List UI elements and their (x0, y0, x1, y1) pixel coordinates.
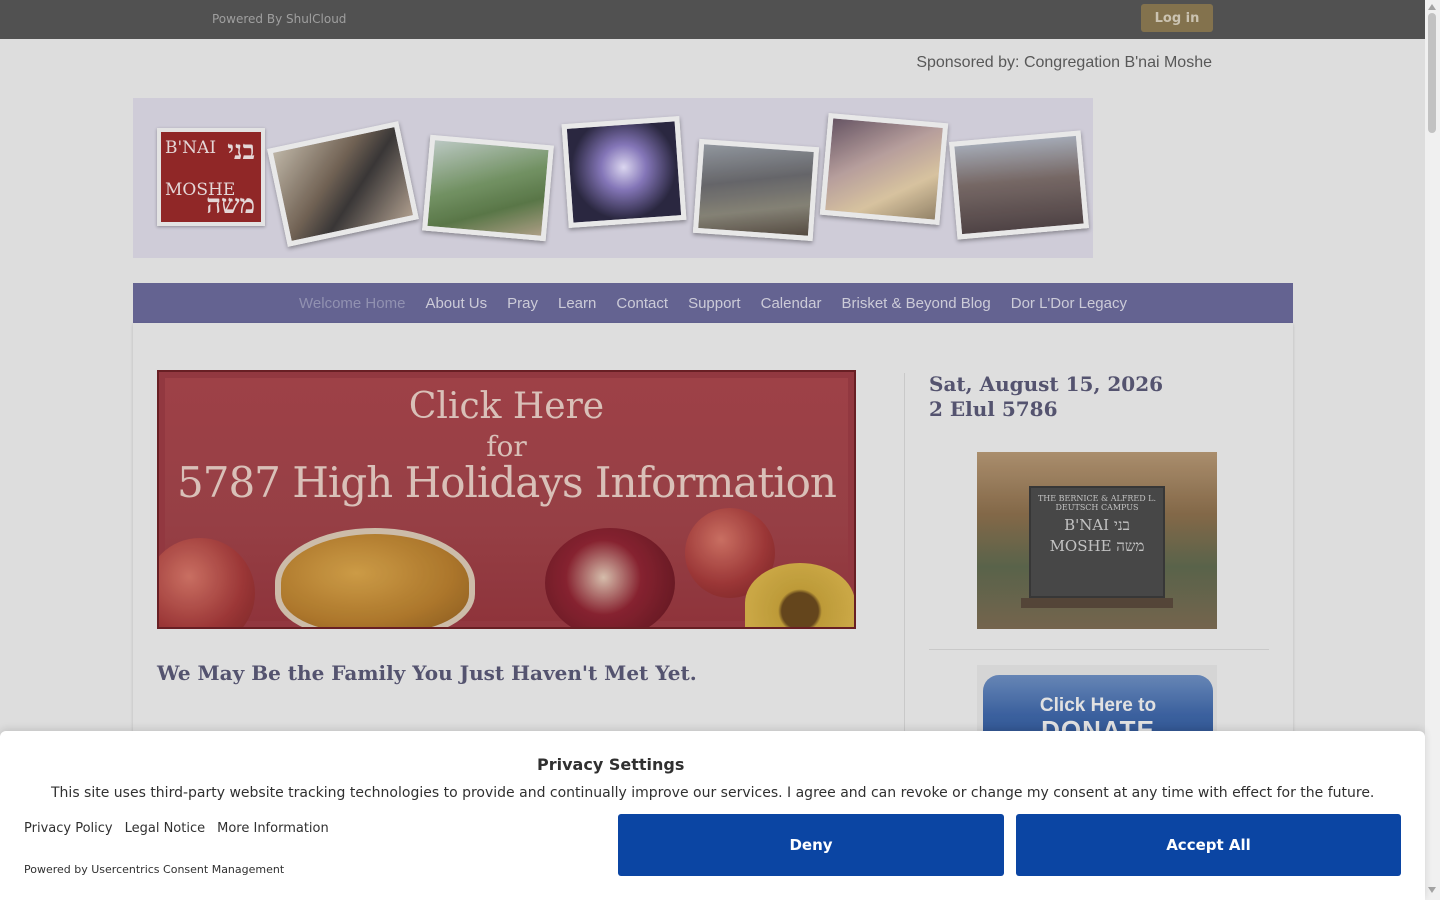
nav-item-learn[interactable]: Learn (548, 295, 606, 312)
nav-item-contact[interactable]: Contact (606, 295, 678, 312)
header-banner[interactable]: B'NAI בני MOSHE משה (133, 98, 1093, 258)
campus-sign-photo[interactable]: THE BERNICE & ALFRED L. DEUTSCH CAMPUS B… (977, 452, 1217, 629)
banner-photo-children (422, 134, 554, 242)
privacy-links: Privacy Policy Legal Notice More Informa… (24, 821, 329, 836)
login-button[interactable]: Log in (1141, 4, 1213, 32)
honey-bowl-image (275, 528, 475, 627)
high-holidays-line3: 5787 High Holidays Information (177, 458, 837, 507)
more-information-link[interactable]: More Information (217, 821, 329, 836)
sidebar-divider-2 (929, 649, 1269, 650)
logo-text-hebrew-moshe: משה (206, 190, 255, 220)
nav-item-about-us[interactable]: About Us (415, 295, 497, 312)
banner-photo-group-women (948, 130, 1090, 240)
campus-sign-line3: MOSHE משה (1049, 537, 1145, 555)
page-scrollbar[interactable] (1425, 0, 1440, 900)
legal-notice-link[interactable]: Legal Notice (125, 821, 206, 836)
logo-text-bnai: B'NAI (165, 138, 217, 158)
deny-button[interactable]: Deny (618, 814, 1004, 876)
donate-line1: Click Here to (1039, 695, 1157, 716)
high-holidays-banner-inner: Click Here for 5787 High Holidays Inform… (159, 378, 854, 627)
nav-item-pray[interactable]: Pray (497, 295, 548, 312)
campus-sign: THE BERNICE & ALFRED L. DEUTSCH CAMPUS B… (1029, 486, 1165, 598)
top-bar: Powered By ShulCloud Log in (0, 0, 1425, 39)
nav-item-blog[interactable]: Brisket & Beyond Blog (831, 295, 1000, 312)
sponsored-text: Sponsored by: Congregation B'nai Moshe (916, 54, 1212, 71)
pomegranate-image (545, 528, 675, 627)
banner-photo-kids (819, 112, 949, 226)
high-holidays-banner[interactable]: Click Here for 5787 High Holidays Inform… (157, 370, 856, 629)
scroll-thumb[interactable] (1428, 13, 1436, 133)
usercentrics-powered-text: Powered by Usercentrics Consent Manageme… (24, 863, 285, 876)
banner-photo-menorah (561, 116, 687, 228)
privacy-consent-dialog: Privacy Settings This site uses third-pa… (0, 731, 1425, 900)
banner-photo-adults (692, 138, 820, 242)
section-heading: We May Be the Family You Just Haven't Me… (157, 661, 697, 685)
apple-image (159, 538, 255, 627)
date-hebrew: 2 Elul 5786 (929, 397, 1058, 421)
accept-all-button[interactable]: Accept All (1016, 814, 1401, 876)
privacy-title: Privacy Settings (537, 755, 685, 774)
campus-sign-line2: B'NAI בני (1064, 516, 1130, 534)
nav-item-support[interactable]: Support (678, 295, 751, 312)
high-holidays-line1: Click Here (408, 386, 605, 427)
nav-item-welcome-home[interactable]: Welcome Home (289, 295, 415, 312)
scroll-down-arrow-icon[interactable] (1428, 887, 1436, 893)
logo-text-hebrew-bnai: בני (227, 136, 255, 166)
campus-sign-line1: THE BERNICE & ALFRED L. DEUTSCH CAMPUS (1037, 494, 1157, 512)
date-english: Sat, August 15, 2026 (929, 372, 1164, 396)
nav-item-calendar[interactable]: Calendar (751, 295, 832, 312)
banner-photo-group (267, 121, 419, 247)
sunflower-image (745, 563, 854, 627)
campus-sign-base (1021, 598, 1173, 608)
powered-by-text[interactable]: Powered By ShulCloud (212, 12, 346, 26)
privacy-policy-link[interactable]: Privacy Policy (24, 821, 113, 836)
main-nav: Welcome Home About Us Pray Learn Contact… (133, 283, 1293, 323)
nav-item-dor-ldor-legacy[interactable]: Dor L'Dor Legacy (1001, 295, 1137, 312)
site-logo[interactable]: B'NAI בני MOSHE משה (157, 128, 265, 226)
privacy-text: This site uses third-party website track… (51, 785, 1375, 801)
scroll-up-arrow-icon[interactable] (1428, 4, 1436, 10)
